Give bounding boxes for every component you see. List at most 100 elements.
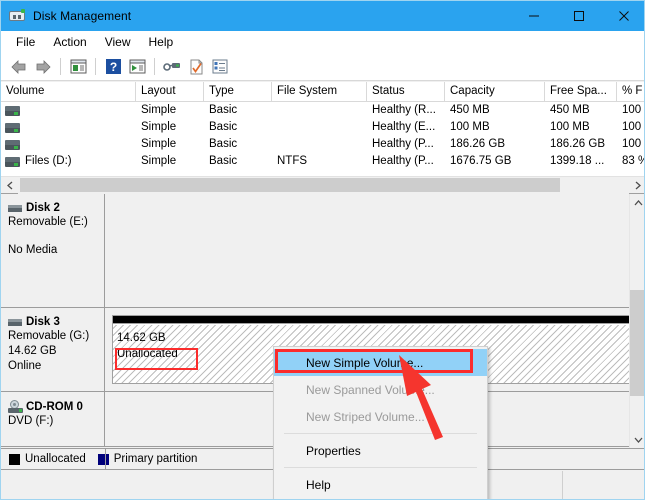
scrollbar-thumb[interactable] [20, 178, 560, 192]
scrollbar-thumb[interactable] [630, 290, 645, 396]
scroll-right-icon[interactable] [629, 177, 645, 194]
context-menu-item-help[interactable]: Help [274, 471, 487, 498]
cell-volume [1, 140, 136, 150]
cell-file-system: NTFS [272, 153, 367, 170]
cell-status: Healthy (R... [367, 102, 445, 119]
cell-capacity: 100 MB [445, 119, 545, 136]
cell-volume: Files (D:) [1, 153, 136, 170]
disk-title: Disk 2 [8, 202, 104, 214]
maximize-button[interactable] [556, 1, 601, 31]
cell-capacity: 1676.75 GB [445, 153, 545, 170]
cell-free-space: 450 MB [545, 102, 617, 119]
scroll-left-icon[interactable] [1, 177, 18, 194]
menu-help[interactable]: Help [140, 33, 183, 51]
disk-management-window: Disk Management File Action View Help [0, 0, 645, 500]
disk-name: Disk 2 [26, 202, 60, 214]
column-header-file-system[interactable]: File System [272, 82, 367, 102]
properties-window-icon[interactable] [125, 55, 149, 79]
legend-label-unallocated: Unallocated [25, 453, 86, 465]
column-header-capacity[interactable]: Capacity [445, 82, 545, 102]
cdrom-icon [8, 400, 23, 413]
cell-free-space: 100 MB [545, 119, 617, 136]
partition-text: 14.62 GB Unallocated [117, 330, 178, 362]
disk-icon [8, 205, 22, 212]
column-header-status[interactable]: Status [367, 82, 445, 102]
action-list-icon[interactable] [208, 55, 232, 79]
svg-text:?: ? [109, 60, 116, 74]
disk-state: No Media [8, 243, 104, 258]
refresh-icon[interactable] [184, 55, 208, 79]
cell-layout: Simple [136, 119, 204, 136]
legend-item-unallocated: Unallocated [9, 453, 86, 465]
column-header-type[interactable]: Type [204, 82, 272, 102]
disk-kind: Removable (E:) [8, 215, 104, 230]
disk-label-disk-2[interactable]: Disk 2 Removable (E:) No Media [1, 194, 105, 307]
disk-area-disk-2[interactable] [105, 194, 645, 307]
cell-type: Basic [204, 102, 272, 119]
volume-label: Files (D:) [25, 153, 72, 170]
disk-row-disk-2[interactable]: Disk 2 Removable (E:) No Media [1, 194, 645, 308]
cell-status: Healthy (E... [367, 119, 445, 136]
partition-label: Unallocated [117, 346, 178, 362]
toolbar-separator [154, 58, 155, 75]
scrollbar-track[interactable] [18, 177, 629, 194]
help-icon[interactable]: ? [101, 55, 125, 79]
table-row[interactable]: Simple Basic Healthy (P... 186.26 GB 186… [1, 136, 645, 153]
table-row[interactable]: Simple Basic Healthy (E... 100 MB 100 MB… [1, 119, 645, 136]
menu-bar: File Action View Help [1, 31, 645, 53]
menu-view[interactable]: View [96, 33, 140, 51]
status-segment-tertiary [563, 471, 645, 500]
disk-label-cdrom-0[interactable]: CD-ROM 0 DVD (F:) [1, 392, 105, 446]
menu-action[interactable]: Action [44, 33, 95, 51]
context-menu: New Simple Volume... New Spanned Volume.… [273, 346, 488, 500]
close-button[interactable] [601, 1, 645, 31]
disk-kind: DVD (F:) [8, 414, 104, 429]
legend-swatch-unallocated [9, 454, 20, 465]
context-menu-item-new-simple-volume[interactable]: New Simple Volume... [274, 349, 487, 376]
show-hide-console-tree-icon[interactable] [66, 55, 90, 79]
cell-free-space: 1399.18 ... [545, 153, 617, 170]
column-header-percent-free[interactable]: % F [617, 82, 645, 102]
minimize-button[interactable] [511, 1, 556, 31]
table-row[interactable]: Files (D:) Simple Basic NTFS Healthy (P.… [1, 153, 645, 170]
disk-size: 14.62 GB [8, 344, 104, 359]
scroll-up-icon[interactable] [630, 194, 645, 211]
graphic-pane-vertical-scrollbar[interactable] [629, 194, 645, 448]
cell-status: Healthy (P... [367, 136, 445, 153]
context-menu-item-new-spanned-volume: New Spanned Volume... [274, 376, 487, 403]
drive-icon [5, 106, 20, 116]
cell-status: Healthy (P... [367, 153, 445, 170]
page-title: Disk Management [33, 9, 131, 23]
rescan-disks-icon[interactable] [160, 55, 184, 79]
disk-title: CD-ROM 0 [8, 400, 104, 413]
context-menu-item-new-striped-volume: New Striped Volume... [274, 403, 487, 430]
disk-label-disk-3[interactable]: Disk 3 Removable (G:) 14.62 GB Online [1, 308, 105, 391]
volume-list-header: Volume Layout Type File System Status Ca… [1, 82, 645, 102]
cell-layout: Simple [136, 153, 204, 170]
table-row[interactable]: Simple Basic Healthy (R... 450 MB 450 MB… [1, 102, 645, 119]
cell-percent-free: 100 [617, 102, 645, 119]
column-header-volume[interactable]: Volume [1, 82, 136, 102]
scroll-down-icon[interactable] [630, 431, 645, 448]
drive-icon [5, 123, 20, 133]
back-arrow-icon[interactable] [7, 55, 31, 79]
cell-layout: Simple [136, 102, 204, 119]
drive-icon [5, 157, 20, 167]
context-menu-item-properties[interactable]: Properties [274, 437, 487, 464]
toolbar: ? [1, 53, 645, 81]
cell-capacity: 450 MB [445, 102, 545, 119]
column-header-free-space[interactable]: Free Spa... [545, 82, 617, 102]
forward-arrow-icon[interactable] [31, 55, 55, 79]
column-header-layout[interactable]: Layout [136, 82, 204, 102]
disk-name: Disk 3 [26, 316, 60, 328]
context-menu-separator [284, 433, 477, 434]
partition-color-bar [113, 316, 639, 324]
menu-file[interactable]: File [7, 33, 44, 51]
cell-capacity: 186.26 GB [445, 136, 545, 153]
volume-list-horizontal-scrollbar[interactable] [1, 176, 645, 193]
drive-icon [5, 140, 20, 150]
toolbar-separator [60, 58, 61, 75]
window-controls [511, 1, 645, 31]
disk-state: Online [8, 359, 104, 374]
cell-percent-free: 100 [617, 119, 645, 136]
